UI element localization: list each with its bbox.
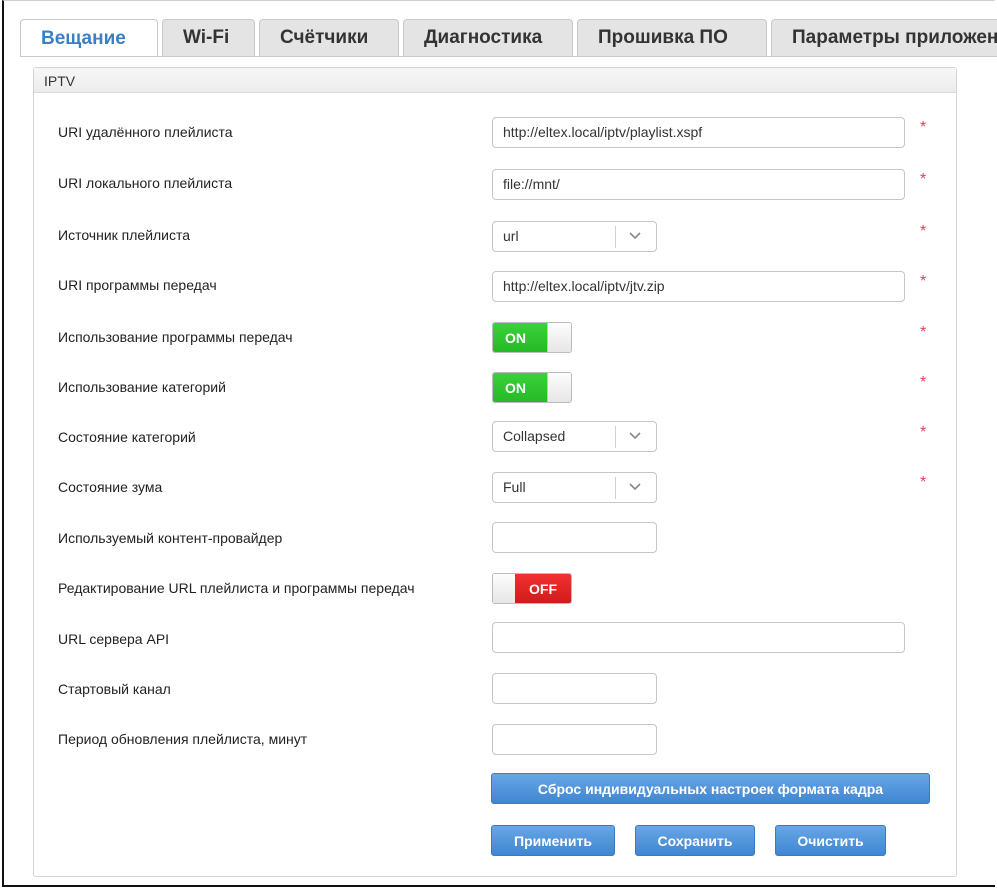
select-divider — [615, 426, 616, 448]
clear-button[interactable]: Очистить — [775, 825, 886, 856]
zoom-state-label: Состояние зума — [58, 479, 163, 495]
panel-title: IPTV — [34, 68, 956, 93]
required-marker: * — [920, 223, 927, 240]
select-divider — [615, 226, 616, 248]
tab-label: Диагностика — [424, 27, 543, 48]
tab-label: Wi-Fi — [183, 27, 230, 48]
tab-firmware[interactable]: Прошивка ПО — [577, 19, 767, 56]
tab-label: Счётчики — [280, 27, 369, 48]
chevron-down-icon — [629, 232, 641, 240]
content-provider-label: Используемый контент-провайдер — [58, 530, 283, 546]
epg-use-label: Использование программы передач — [58, 329, 293, 345]
required-marker: * — [920, 171, 927, 188]
zoom-state-select[interactable]: Full — [492, 472, 657, 503]
epg-uri-input[interactable]: http://eltex.local/iptv/jtv.zip — [492, 271, 905, 302]
categories-use-label: Использование категорий — [58, 379, 226, 395]
tab-label: Прошивка ПО — [598, 27, 728, 48]
toggle-on-state: ON — [493, 323, 549, 352]
select-divider — [615, 477, 616, 499]
remote-playlist-label: URI удалённого плейлиста — [58, 124, 233, 140]
tab-app-settings[interactable]: Параметры приложений — [771, 19, 997, 56]
epg-use-toggle[interactable]: ON — [492, 322, 572, 353]
edit-urls-label: Редактирование URL плейлиста и программы… — [58, 580, 415, 596]
required-marker: * — [920, 424, 927, 441]
playlist-source-select[interactable]: url — [492, 221, 657, 252]
local-playlist-label: URI локального плейлиста — [58, 175, 233, 191]
toggle-on-state: ON — [493, 373, 549, 402]
select-value: url — [503, 228, 519, 244]
reset-aspect-button[interactable]: Сброс индивидуальных настроек формата ка… — [491, 773, 930, 804]
tab-broadcast[interactable]: Вещание — [20, 19, 158, 57]
toggle-knob — [493, 574, 517, 603]
epg-uri-label: URI программы передач — [58, 277, 217, 293]
tab-counters[interactable]: Счётчики — [259, 19, 399, 56]
required-marker: * — [920, 374, 927, 391]
start-channel-input[interactable] — [492, 673, 657, 704]
categories-state-select[interactable]: Collapsed — [492, 421, 657, 452]
tab-label: Параметры приложений — [792, 27, 997, 48]
toggle-knob — [547, 323, 571, 352]
required-marker: * — [920, 273, 927, 290]
tab-label: Вещание — [41, 28, 126, 49]
toggle-off-state: OFF — [515, 574, 571, 603]
chevron-down-icon — [629, 432, 641, 440]
required-marker: * — [920, 474, 927, 491]
edit-urls-toggle[interactable]: OFF — [492, 573, 572, 604]
required-marker: * — [920, 324, 927, 341]
toggle-knob — [547, 373, 571, 402]
tab-diagnostics[interactable]: Диагностика — [403, 19, 573, 56]
tab-wifi[interactable]: Wi-Fi — [162, 19, 255, 56]
tab-divider — [20, 56, 997, 57]
select-value: Collapsed — [503, 428, 566, 444]
save-button[interactable]: Сохранить — [635, 825, 755, 856]
start-channel-label: Стартовый канал — [58, 681, 171, 697]
remote-playlist-input[interactable]: http://eltex.local/iptv/playlist.xspf — [492, 117, 905, 148]
refresh-period-input[interactable] — [492, 724, 657, 755]
api-server-label: URL сервера API — [58, 631, 170, 647]
content-provider-input[interactable] — [492, 522, 657, 553]
select-value: Full — [503, 479, 526, 495]
refresh-period-label: Период обновления плейлиста, минут — [58, 731, 308, 747]
api-server-input[interactable] — [492, 622, 905, 653]
categories-state-label: Состояние категорий — [58, 429, 196, 445]
local-playlist-input[interactable]: file://mnt/ — [492, 169, 905, 200]
required-marker: * — [920, 119, 927, 136]
playlist-source-label: Источник плейлиста — [58, 227, 191, 243]
chevron-down-icon — [629, 483, 641, 491]
tab-bar: Вещание Wi-Fi Счётчики Диагностика Проши… — [20, 19, 997, 57]
apply-button[interactable]: Применить — [491, 825, 615, 856]
categories-use-toggle[interactable]: ON — [492, 372, 572, 403]
